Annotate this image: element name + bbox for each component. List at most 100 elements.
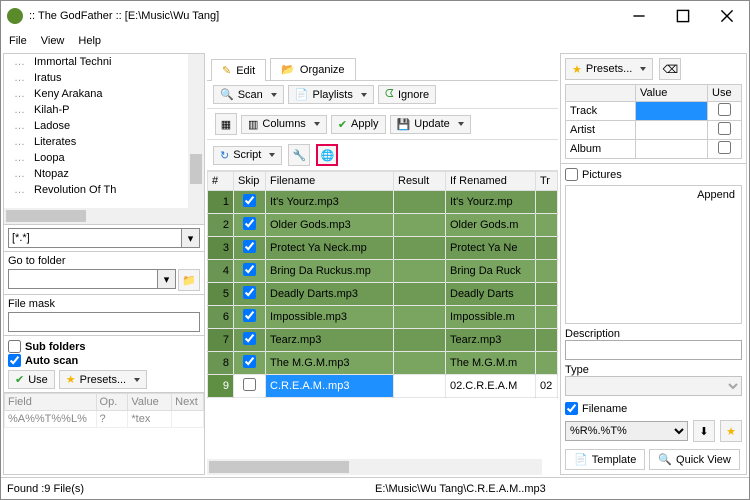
table-row[interactable]: 4Bring Da Ruckus.mpBring Da Ruck (208, 260, 558, 283)
main-tabs: ✎Edit 📂Organize (207, 53, 558, 81)
tree-node[interactable]: Loopa (34, 150, 188, 166)
skip-checkbox[interactable] (243, 194, 256, 207)
edit-toolbar-2: ▦ ▥Columns ✔Apply 💾Update (207, 109, 558, 140)
table-row[interactable]: 2Older Gods.mp3Older Gods.m (208, 214, 558, 237)
apply-pattern-button[interactable]: ⬇ (693, 420, 715, 442)
status-right: E:\Music\Wu Tang\C.R.E.A.M..mp3 (375, 483, 546, 495)
picture-canvas[interactable]: Append (565, 185, 742, 324)
filter-expression-table[interactable]: Field Op. Value Next %A%%T%%L% ? *tex (4, 392, 204, 474)
playlists-button[interactable]: 📄Playlists (288, 85, 374, 104)
type-label: Type (565, 364, 589, 376)
menu-file[interactable]: File (9, 35, 27, 47)
skip-checkbox[interactable] (243, 309, 256, 322)
close-button[interactable] (705, 1, 749, 31)
table-row[interactable]: 6Impossible.mp3Impossible.m (208, 306, 558, 329)
tree-node[interactable]: Literates (34, 134, 188, 150)
filename-pattern-select[interactable]: %R%.%T% (565, 421, 688, 441)
use-button[interactable]: ✔Use (8, 370, 55, 389)
tools-button[interactable]: 🔧 (288, 144, 310, 166)
skip-checkbox[interactable] (243, 378, 256, 391)
filter-combo[interactable] (8, 228, 182, 248)
table-row[interactable]: 5Deadly Darts.mp3Deadly Darts (208, 283, 558, 306)
tree-node[interactable]: Kilah-P (34, 102, 188, 118)
tag-field-row[interactable]: Artist (566, 121, 742, 140)
tab-organize[interactable]: 📂Organize (270, 58, 355, 80)
filter-dropdown-button[interactable]: ▾ (182, 228, 200, 248)
pictures-label: Pictures (582, 169, 622, 181)
subfolders-checkbox[interactable] (8, 340, 21, 353)
skip-checkbox[interactable] (243, 332, 256, 345)
ignore-button[interactable]: ᗧIgnore (378, 85, 436, 104)
tab-template[interactable]: 📄Template (565, 449, 645, 470)
tree-hscrollbar[interactable] (4, 208, 188, 224)
skip-checkbox[interactable] (243, 217, 256, 230)
table-row[interactable]: 7Tearz.mp3Tearz.mp3 (208, 329, 558, 352)
skip-checkbox[interactable] (243, 355, 256, 368)
tree-node[interactable]: Ladose (34, 118, 188, 134)
clear-button[interactable]: ⌫ (659, 58, 681, 80)
filemask-input[interactable] (8, 312, 200, 332)
view-mode-button[interactable]: ▦ (215, 113, 237, 135)
folder-tree[interactable]: Immortal TechniIratusKeny ArakanaKilah-P… (4, 54, 204, 224)
skip-checkbox[interactable] (243, 263, 256, 276)
tree-vscrollbar[interactable] (188, 54, 204, 208)
col-tr[interactable]: Tr (536, 172, 558, 191)
pictures-checkbox[interactable] (565, 168, 578, 181)
table-row[interactable]: 9C.R.E.A.M..mp302.C.R.E.A.M02 (208, 375, 558, 398)
use-checkbox[interactable] (718, 141, 731, 154)
title-bar: :: The GodFather :: [E:\Music\Wu Tang] (1, 1, 749, 31)
goto-folder-dropdown[interactable]: ▾ (158, 269, 176, 289)
goto-folder-label: Go to folder (8, 255, 200, 267)
app-icon (7, 8, 23, 24)
online-lookup-button[interactable]: 🌐 (316, 144, 338, 166)
script-button[interactable]: ↻Script (213, 146, 282, 165)
filemask-label: File mask (8, 298, 200, 310)
tree-node[interactable]: Iratus (34, 70, 188, 86)
right-panel: ★Presets... ⌫ Value Use TrackArtistAlbum… (560, 53, 747, 475)
use-checkbox[interactable] (718, 122, 731, 135)
menu-help[interactable]: Help (78, 35, 101, 47)
skip-checkbox[interactable] (243, 240, 256, 253)
table-row[interactable]: 8The M.G.M.mp3The M.G.M.m (208, 352, 558, 375)
tag-field-row[interactable]: Track (566, 102, 742, 121)
maximize-button[interactable] (661, 1, 705, 31)
grid-hscrollbar[interactable] (207, 459, 542, 475)
description-label: Description (565, 328, 620, 340)
update-button[interactable]: 💾Update (390, 115, 471, 134)
tree-node[interactable]: Keny Arakana (34, 86, 188, 102)
type-select[interactable] (565, 376, 742, 396)
use-checkbox[interactable] (718, 103, 731, 116)
goto-folder-input[interactable] (8, 269, 158, 289)
file-grid[interactable]: # Skip Filename Result If Renamed Tr 1It… (207, 171, 558, 475)
tag-field-row[interactable]: Album (566, 140, 742, 159)
presets-button-left[interactable]: ★Presets... (59, 370, 147, 389)
scan-button[interactable]: 🔍Scan (213, 85, 284, 104)
col-result[interactable]: Result (394, 172, 446, 191)
subfolders-label: Sub folders (25, 341, 86, 353)
tab-quickview[interactable]: 🔍Quick View (649, 449, 740, 470)
col-filename[interactable]: Filename (266, 172, 394, 191)
presets-button-right[interactable]: ★Presets... (565, 58, 653, 80)
apply-button[interactable]: ✔Apply (331, 115, 386, 134)
minimize-button[interactable] (617, 1, 661, 31)
browse-folder-button[interactable]: 📁 (178, 269, 200, 291)
col-ifrenamed[interactable]: If Renamed (446, 172, 536, 191)
tab-edit[interactable]: ✎Edit (211, 59, 266, 81)
tag-fields-table[interactable]: Value Use TrackArtistAlbum (565, 84, 742, 159)
tree-node[interactable]: Ntopaz (34, 166, 188, 182)
table-row[interactable]: 1It's Yourz.mp3It's Yourz.mp (208, 191, 558, 214)
status-left: Found :9 File(s) (7, 483, 375, 495)
col-skip[interactable]: Skip (234, 172, 266, 191)
tree-node[interactable]: Revolution Of Th (34, 182, 188, 198)
table-row[interactable]: 3Protect Ya Neck.mpProtect Ya Ne (208, 237, 558, 260)
favorite-pattern-button[interactable]: ★ (720, 420, 742, 442)
autoscan-checkbox[interactable] (8, 354, 21, 367)
columns-button[interactable]: ▥Columns (241, 115, 327, 134)
filename-checkbox[interactable] (565, 402, 578, 415)
description-input[interactable] (565, 340, 742, 360)
menu-view[interactable]: View (41, 35, 65, 47)
skip-checkbox[interactable] (243, 286, 256, 299)
main-panel: ✎Edit 📂Organize 🔍Scan 📄Playlists ᗧIgnore… (207, 53, 558, 475)
tree-node[interactable]: Immortal Techni (34, 54, 188, 70)
col-num[interactable]: # (208, 172, 234, 191)
